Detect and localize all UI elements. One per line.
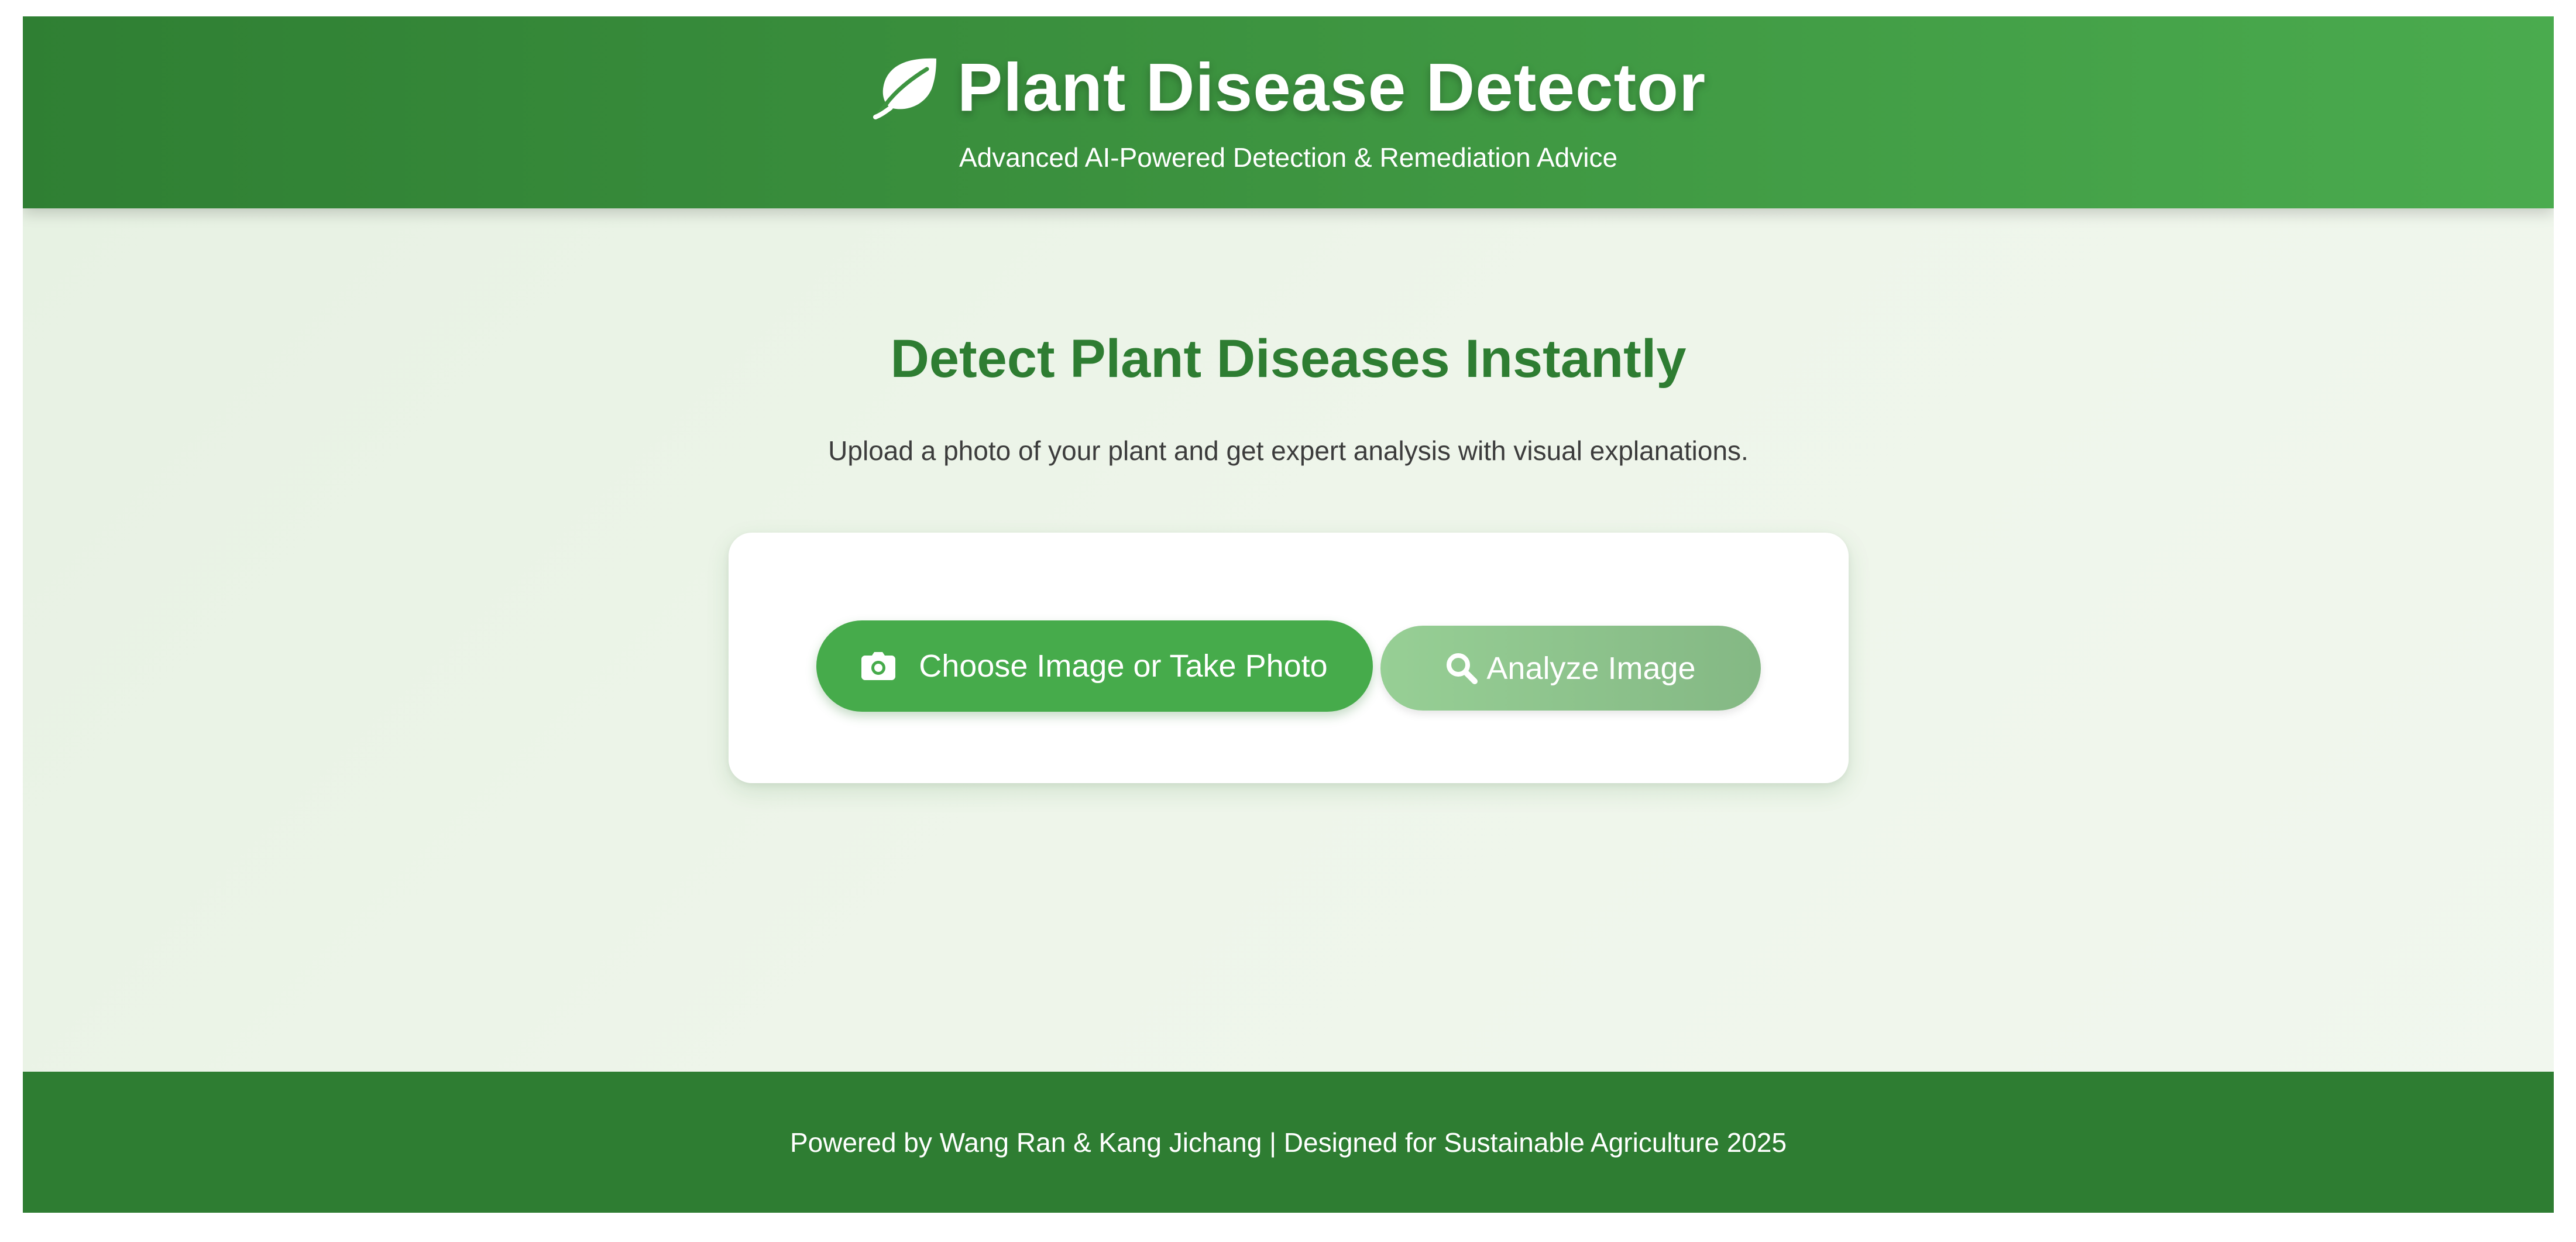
choose-image-button[interactable]: Choose Image or Take Photo bbox=[816, 620, 1373, 712]
title-row: Plant Disease Detector bbox=[871, 48, 1706, 126]
hero-description: Upload a photo of your plant and get exp… bbox=[828, 435, 1749, 466]
search-icon bbox=[1447, 653, 1478, 684]
choose-image-label: Choose Image or Take Photo bbox=[919, 649, 1328, 684]
analyze-image-button[interactable]: Analyze Image bbox=[1380, 626, 1761, 711]
analyze-image-label: Analyze Image bbox=[1486, 650, 1696, 686]
footer-text: Powered by Wang Ran & Kang Jichang | Des… bbox=[789, 1127, 1787, 1158]
leaf-icon bbox=[873, 58, 936, 119]
app-title: Plant Disease Detector bbox=[957, 49, 1706, 125]
app-frame: Plant Disease Detector Advanced AI-Power… bbox=[23, 16, 2554, 1213]
app-subtitle: Advanced AI-Powered Detection & Remediat… bbox=[959, 142, 1618, 173]
hero-title: Detect Plant Diseases Instantly bbox=[890, 329, 1687, 389]
page-header: Plant Disease Detector Advanced AI-Power… bbox=[23, 16, 2554, 208]
camera-icon bbox=[861, 652, 896, 680]
page-footer: Powered by Wang Ran & Kang Jichang | Des… bbox=[23, 1072, 2554, 1213]
